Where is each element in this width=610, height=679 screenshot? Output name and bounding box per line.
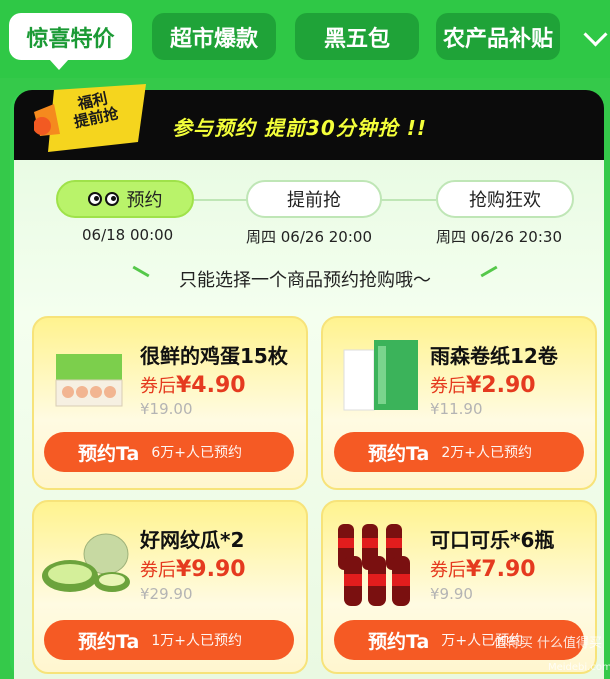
- cola-bottles-image: [338, 524, 410, 606]
- step-label: 提前抢: [287, 190, 341, 211]
- original-price: ¥9.90: [430, 585, 473, 603]
- step-label: 预约: [126, 190, 163, 211]
- price-after-coupon: 券后¥4.90: [140, 373, 246, 398]
- step-label: 抢购狂欢: [469, 190, 541, 211]
- eyes-icon: [87, 192, 119, 206]
- tissue-roll-image: [343, 340, 418, 411]
- notice-text: 只能选择一个商品预约抢购哦～: [179, 270, 431, 291]
- tab-label: 农产品补贴: [442, 26, 553, 52]
- product-name: 雨森卷纸12卷: [430, 344, 558, 368]
- step-time: 06/18 00:00: [82, 226, 174, 244]
- watermark: 值得买 什么值得买: [493, 636, 602, 651]
- tab-label: 黑五包: [323, 26, 390, 52]
- step-connector: [194, 199, 248, 201]
- reserve-button[interactable]: 预约Ta 6万+人已预约: [44, 432, 294, 472]
- reserve-button[interactable]: 预约Ta 1万+人已预约: [44, 620, 294, 660]
- step-time: 周四 06/26 20:30: [436, 228, 562, 246]
- tab-label: 超市爆款: [169, 26, 258, 52]
- step-connector: [380, 199, 436, 201]
- watermark-site: Meidebi.com: [548, 662, 610, 673]
- tab-label: 惊喜特价: [26, 26, 115, 52]
- original-price: ¥11.90: [430, 400, 483, 418]
- reserve-button[interactable]: 预约Ta 2万+人已预约: [334, 432, 584, 472]
- tab-surprise-deals[interactable]: 惊喜特价: [9, 13, 132, 70]
- step-shopping-carnival[interactable]: 抢购狂欢: [436, 180, 574, 218]
- tab-supermarket-hits[interactable]: 超市爆款: [152, 13, 276, 60]
- original-price: ¥29.90: [140, 585, 193, 603]
- original-price: ¥19.00: [140, 400, 193, 418]
- price-after-coupon: 券后¥7.90: [430, 557, 536, 582]
- product-name: 很鲜的鸡蛋15枚: [140, 344, 288, 368]
- product-name: 好网纹瓜*2: [140, 528, 245, 552]
- tab-farm-subsidy[interactable]: 农产品补贴: [436, 13, 560, 60]
- egg-box-image: [55, 354, 123, 407]
- product-name: 可口可乐*6瓶: [430, 528, 555, 552]
- tab-black-five[interactable]: 黑五包: [295, 13, 419, 60]
- step-reserve[interactable]: 预约: [56, 180, 194, 218]
- banner-headline: 参与预约 提前30分钟抢 !!: [172, 116, 427, 140]
- step-early-grab[interactable]: 提前抢: [246, 180, 382, 218]
- step-time: 周四 06/26 20:00: [246, 228, 372, 246]
- price-after-coupon: 券后¥9.90: [140, 557, 246, 582]
- category-tab-bar: 惊喜特价 超市爆款 黑五包 农产品补贴: [0, 0, 610, 78]
- chevron-down-icon[interactable]: [583, 22, 608, 47]
- melon-image: [42, 533, 130, 592]
- price-after-coupon: 券后¥2.90: [430, 373, 536, 398]
